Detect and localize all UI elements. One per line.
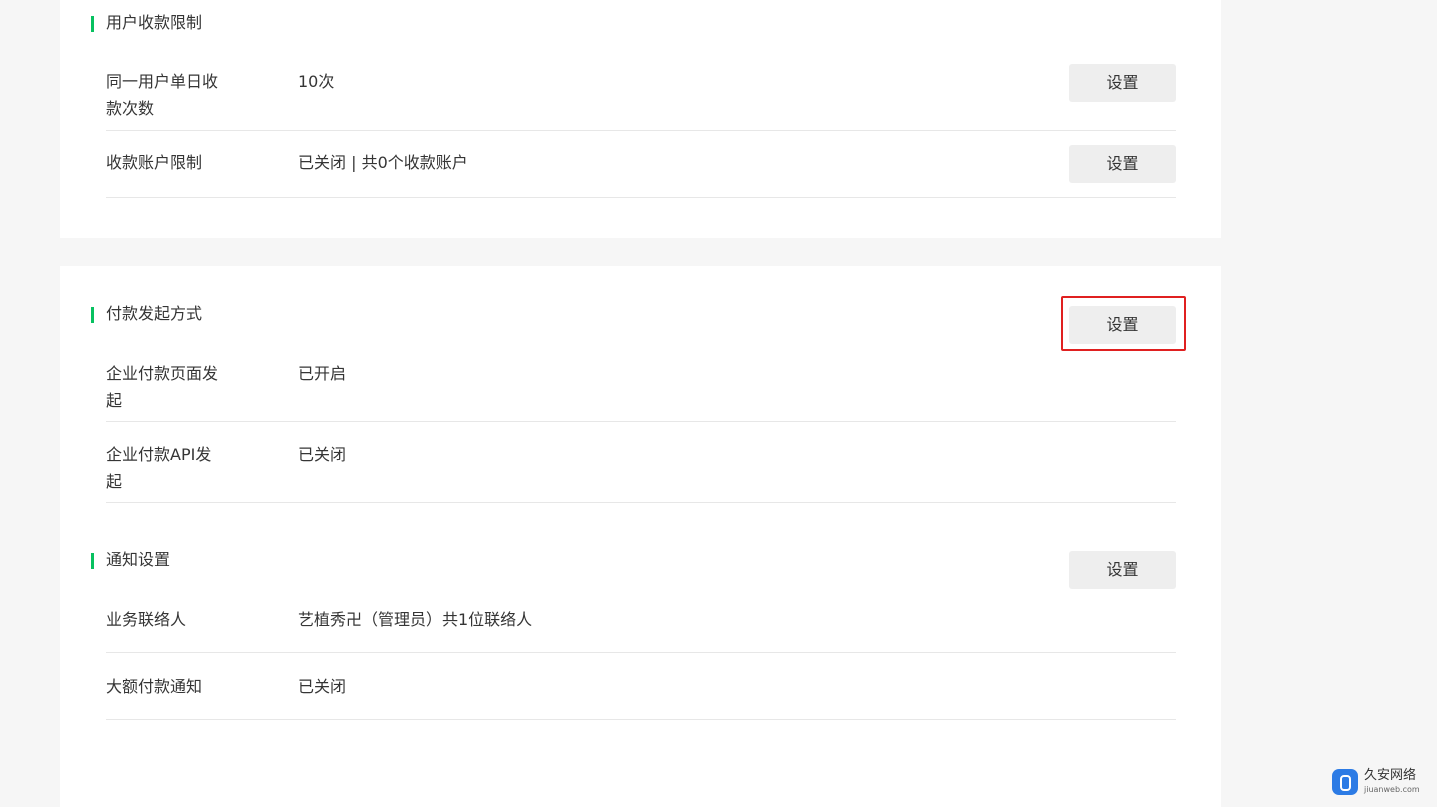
- account-limit-label: 收款账户限制: [106, 153, 203, 172]
- daily-count-row: 同一用户单日收款次数 10次: [106, 68, 1176, 131]
- notification-settings-button[interactable]: 设置: [1069, 551, 1176, 589]
- api-initiate-row: 企业付款API发起 已关闭: [106, 441, 1176, 503]
- brand-logo-icon: [1332, 769, 1358, 795]
- payment-method-title: 付款发起方式: [91, 304, 202, 324]
- daily-count-settings-button[interactable]: 设置: [1069, 64, 1176, 102]
- large-payment-label: 大额付款通知: [106, 677, 203, 696]
- highlight-box: [1061, 296, 1186, 351]
- contact-label: 业务联络人: [106, 610, 187, 629]
- daily-count-value: 10次: [298, 72, 335, 91]
- account-limit-row: 收款账户限制 已关闭 | 共0个收款账户: [106, 149, 1176, 198]
- page-initiate-value: 已开启: [298, 364, 347, 383]
- contact-row: 业务联络人 艺植秀卍（管理员）共1位联络人: [106, 606, 1176, 653]
- daily-count-label: 同一用户单日收款次数: [106, 72, 219, 118]
- contact-value: 艺植秀卍（管理员）共1位联络人: [298, 610, 533, 629]
- page-initiate-label: 企业付款页面发起: [106, 364, 219, 410]
- page-initiate-row: 企业付款页面发起 已开启: [106, 360, 1176, 422]
- account-limit-settings-button[interactable]: 设置: [1069, 145, 1176, 183]
- large-payment-value: 已关闭: [298, 677, 347, 696]
- watermark-name: 久安网络: [1364, 768, 1417, 783]
- user-limit-card: 用户收款限制 同一用户单日收款次数 10次 设置 收款账户限制 已关闭 | 共0…: [60, 0, 1221, 238]
- api-initiate-value: 已关闭: [298, 445, 347, 464]
- account-limit-value: 已关闭 | 共0个收款账户: [298, 153, 468, 172]
- notification-title: 通知设置: [91, 550, 170, 570]
- payment-settings-card: 付款发起方式 设置 企业付款页面发起 已开启 企业付款API发起 已关闭 通知设…: [60, 266, 1221, 807]
- large-payment-row: 大额付款通知 已关闭: [106, 673, 1176, 720]
- user-limit-title: 用户收款限制: [91, 13, 202, 33]
- api-initiate-label: 企业付款API发起: [106, 445, 212, 491]
- watermark-url: jiuanweb.com: [1364, 785, 1420, 794]
- watermark: 久安网络 jiuanweb.com: [1332, 767, 1426, 797]
